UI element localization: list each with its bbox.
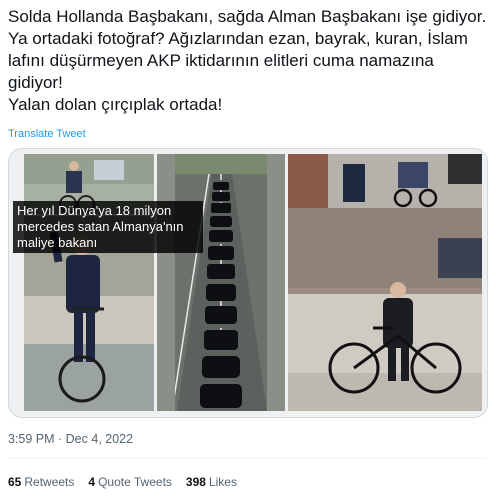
retweets-count: 65 bbox=[8, 475, 22, 489]
retweets-link[interactable]: 65 Retweets bbox=[8, 475, 74, 489]
tweet-text: Solda Hollanda Başbakanı, sağda Alman Ba… bbox=[8, 7, 487, 114]
translate-tweet-link[interactable]: Translate Tweet bbox=[8, 128, 86, 140]
quote-tweets-count: 4 bbox=[88, 475, 96, 489]
retweets-label: Retweets bbox=[24, 475, 75, 489]
divider bbox=[8, 458, 486, 459]
tweet-timestamp[interactable]: 3:59 PM · Dec 4, 2022 bbox=[8, 432, 133, 446]
likes-count: 398 bbox=[185, 475, 206, 489]
image-caption: Her yıl Dünya'ya 18 milyon mercedes sata… bbox=[13, 201, 203, 253]
engagement-stats: 65 Retweets 4 Quote Tweets 398 Likes bbox=[8, 475, 237, 489]
photo-street-scene bbox=[288, 154, 482, 208]
likes-label: Likes bbox=[208, 475, 237, 489]
tweet-media[interactable]: Her yıl Dünya'ya 18 milyon mercedes sata… bbox=[8, 148, 488, 418]
photo-dutch-pm-cycling bbox=[24, 154, 154, 411]
photo-german-minister-cycling bbox=[288, 208, 482, 411]
photo-car-convoy bbox=[157, 154, 285, 411]
quote-tweets-label: Quote Tweets bbox=[98, 475, 172, 489]
quote-tweets-link[interactable]: 4 Quote Tweets bbox=[88, 475, 172, 489]
likes-link[interactable]: 398 Likes bbox=[186, 475, 237, 489]
